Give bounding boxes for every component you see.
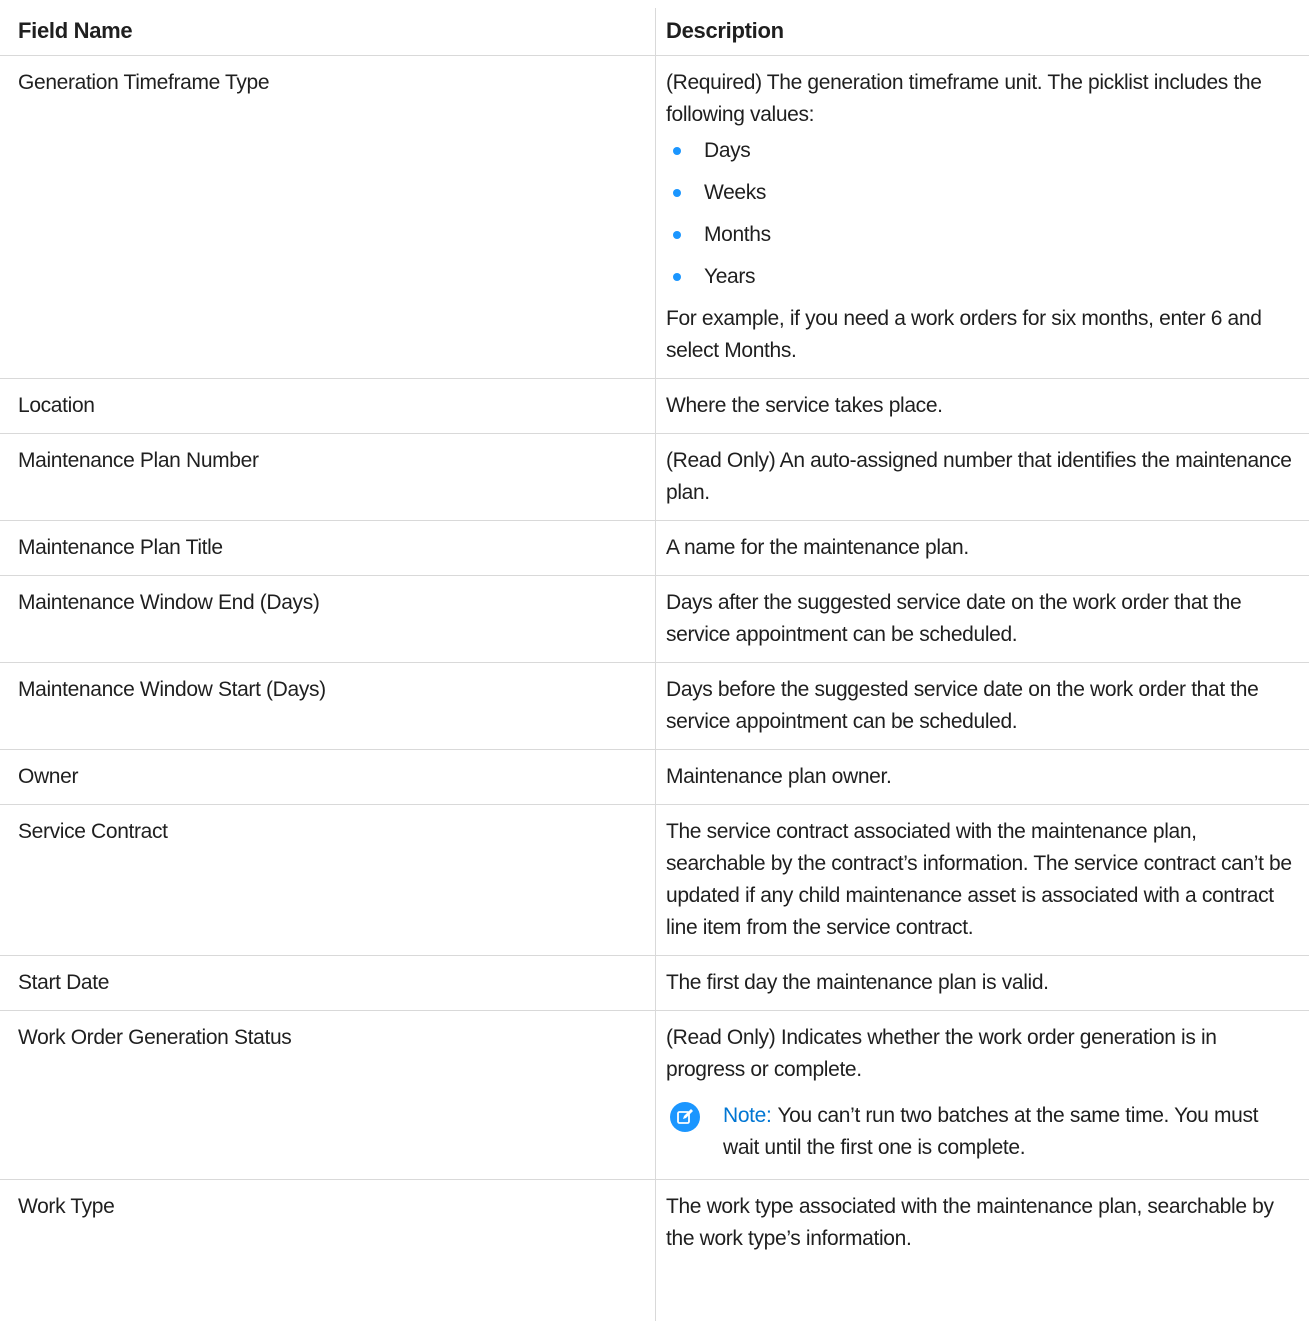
description-cell: Where the service takes place. bbox=[655, 378, 1309, 434]
field-name-cell: Maintenance Window Start (Days) bbox=[0, 662, 655, 750]
example-text: For example, if you need a work orders f… bbox=[666, 307, 1262, 362]
table-row: Owner Maintenance plan owner. bbox=[0, 749, 1309, 805]
edit-note-icon bbox=[670, 1102, 700, 1132]
table-row: Service Contract The service contract as… bbox=[0, 804, 1309, 956]
field-name-cell: Maintenance Plan Number bbox=[0, 433, 655, 521]
field-name-cell: Owner bbox=[0, 749, 655, 805]
list-item: Years bbox=[666, 261, 1299, 293]
note-label: Note: bbox=[723, 1104, 772, 1127]
description-cell: The work type associated with the mainte… bbox=[666, 1195, 1274, 1250]
description-text: (Read Only) Indicates whether the work o… bbox=[666, 1026, 1217, 1081]
field-name-cell: Work Type bbox=[18, 1195, 115, 1218]
list-item: Months bbox=[666, 219, 1299, 251]
description-cell: Days before the suggested service date o… bbox=[655, 662, 1309, 750]
field-name-cell: Location bbox=[0, 378, 655, 434]
header-row: Field Name Description bbox=[0, 8, 1309, 56]
field-name-cell: Start Date bbox=[0, 955, 655, 1011]
field-table: Field Name Description Generation Timefr… bbox=[0, 8, 1309, 1266]
description-cell: Days after the suggested service date on… bbox=[655, 575, 1309, 663]
note-text: You can’t run two batches at the same ti… bbox=[723, 1104, 1259, 1159]
table-body: Generation Timeframe Type (Required) The… bbox=[0, 55, 1309, 1267]
note-callout: Note: You can’t run two batches at the sa… bbox=[666, 1100, 1299, 1164]
table-row: Maintenance Window End (Days) Days after… bbox=[0, 575, 1309, 663]
bullet-icon bbox=[673, 147, 681, 155]
bullet-icon bbox=[673, 189, 681, 197]
table-row: Maintenance Plan Number (Read Only) An a… bbox=[0, 433, 1309, 521]
description-cell: (Read Only) Indicates whether the work o… bbox=[655, 1010, 1309, 1180]
bullet-icon bbox=[673, 231, 681, 239]
field-name-cell: Work Order Generation Status bbox=[0, 1010, 655, 1180]
bullet-icon bbox=[673, 273, 681, 281]
description-cell: (Read Only) An auto-assigned number that… bbox=[655, 433, 1309, 521]
description-cell: A name for the maintenance plan. bbox=[655, 520, 1309, 576]
field-name-cell: Generation Timeframe Type bbox=[0, 55, 655, 379]
table-row: Location Where the service takes place. bbox=[0, 378, 1309, 434]
table-header: Field Name Description bbox=[0, 8, 1309, 56]
picklist-values: Days Weeks Months Years bbox=[666, 135, 1299, 293]
table-row: Maintenance Plan Title A name for the ma… bbox=[0, 520, 1309, 576]
table-row: Generation Timeframe Type (Required) The… bbox=[0, 55, 1309, 379]
list-item-label: Years bbox=[704, 265, 756, 288]
list-item: Days bbox=[666, 135, 1299, 167]
description-text: (Required) The generation timeframe unit… bbox=[666, 71, 1262, 126]
field-name-cell: Service Contract bbox=[0, 804, 655, 956]
description-cell: The first day the maintenance plan is va… bbox=[655, 955, 1309, 1011]
description-header: Description bbox=[655, 8, 1309, 56]
table-row: Work Type The work type associated with … bbox=[0, 1180, 1309, 1267]
list-item: Weeks bbox=[666, 177, 1299, 209]
table-row: Work Order Generation Status (Read Only)… bbox=[0, 1010, 1309, 1180]
list-item-label: Months bbox=[704, 223, 771, 246]
document-page: Field Name Description Generation Timefr… bbox=[0, 0, 1309, 1329]
field-name-header: Field Name bbox=[0, 8, 655, 56]
field-name-cell: Maintenance Window End (Days) bbox=[0, 575, 655, 663]
field-name-cell: Maintenance Plan Title bbox=[0, 520, 655, 576]
description-cell: Maintenance plan owner. bbox=[655, 749, 1309, 805]
description-cell: (Required) The generation timeframe unit… bbox=[655, 55, 1309, 379]
table-row: Start Date The first day the maintenance… bbox=[0, 955, 1309, 1011]
description-cell: The service contract associated with the… bbox=[655, 804, 1309, 956]
list-item-label: Days bbox=[704, 139, 751, 162]
table-row: Maintenance Window Start (Days) Days bef… bbox=[0, 662, 1309, 750]
list-item-label: Weeks bbox=[704, 181, 767, 204]
